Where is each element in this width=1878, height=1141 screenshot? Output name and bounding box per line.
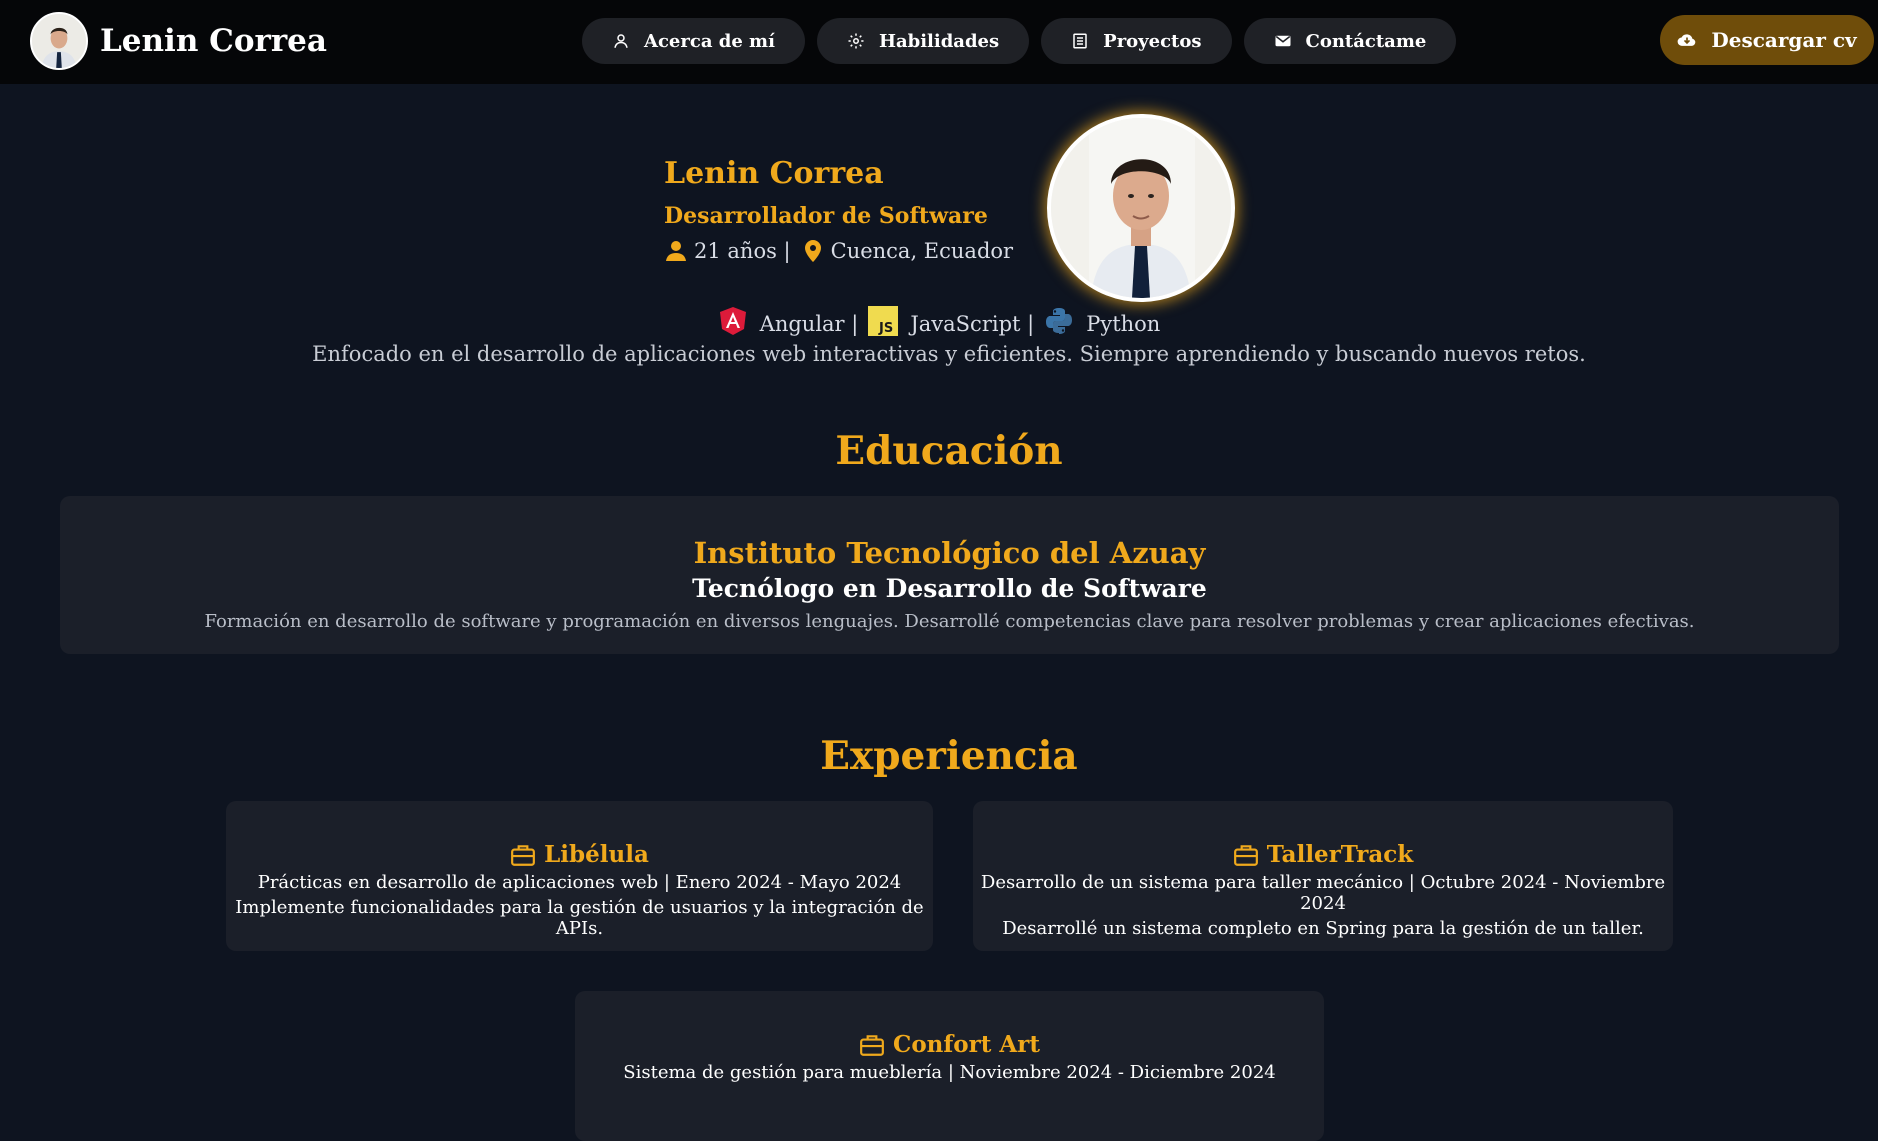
nav-link-about-label: Acerca de mí bbox=[644, 30, 775, 52]
brand-avatar bbox=[30, 12, 88, 70]
experience-detail: Prácticas en desarrollo de aplicaciones … bbox=[257, 872, 902, 893]
gear-icon bbox=[848, 33, 864, 49]
hero-text: Lenin Correa Desarrollador de Software 2… bbox=[664, 156, 1013, 263]
education-description: Formación en desarrollo de software y pr… bbox=[204, 611, 1695, 632]
nav-link-about[interactable]: Acerca de mí bbox=[582, 18, 805, 64]
hero-name: Lenin Correa bbox=[664, 156, 884, 191]
hero-age: 21 años | bbox=[694, 239, 791, 263]
experience-company: Libélula bbox=[544, 841, 649, 868]
nav-link-contact-label: Contáctame bbox=[1305, 30, 1427, 52]
nav-link-skills-label: Habilidades bbox=[878, 30, 1000, 52]
experience-title: Experiencia bbox=[820, 733, 1078, 779]
experience-card: Libélula Prácticas en desarrollo de apli… bbox=[226, 801, 933, 951]
education-card: Instituto Tecnológico del Azuay Tecnólog… bbox=[60, 496, 1839, 654]
profile-photo bbox=[1047, 114, 1235, 302]
experience-card: TallerTrack Desarrollo de un sistema par… bbox=[973, 801, 1673, 951]
mail-icon bbox=[1275, 35, 1291, 47]
education-degree: Tecnólogo en Desarrollo de Software bbox=[692, 574, 1207, 603]
nav-link-contact[interactable]: Contáctame bbox=[1243, 18, 1457, 64]
skill-angular-label: Angular | bbox=[759, 312, 859, 336]
download-cv-button[interactable]: Descargar cv bbox=[1660, 15, 1874, 65]
nav-link-projects[interactable]: Proyectos bbox=[1041, 18, 1232, 64]
skills-row: Angular | JS JavaScript | Python bbox=[0, 306, 1878, 336]
location-pin-icon bbox=[804, 240, 821, 262]
download-cv-label: Descargar cv bbox=[1711, 28, 1857, 52]
experience-company: Confort Art bbox=[893, 1031, 1040, 1058]
experience-summary: Implemente funcionalidades para la gesti… bbox=[235, 897, 924, 939]
experience-company: TallerTrack bbox=[1266, 841, 1414, 868]
brand-name: Lenin Correa bbox=[100, 23, 327, 59]
skill-javascript-label: JavaScript | bbox=[910, 312, 1035, 336]
skill-python-label: Python bbox=[1086, 312, 1161, 336]
briefcase-icon bbox=[1233, 844, 1258, 866]
skill-angular: Angular | bbox=[718, 306, 869, 336]
angular-icon bbox=[719, 307, 746, 335]
skill-python: Python bbox=[1044, 306, 1160, 336]
hero-summary: Enfocado en el desarrollo de aplicacione… bbox=[312, 342, 1586, 366]
experience-detail: Sistema de gestión para mueblería | Novi… bbox=[623, 1062, 1276, 1083]
nav-link-skills[interactable]: Habilidades bbox=[816, 18, 1030, 64]
education-institution: Instituto Tecnológico del Azuay bbox=[693, 536, 1206, 570]
education-title: Educación bbox=[835, 428, 1063, 474]
nav-links: Acerca de mí Habilidades Proyectos Contá… bbox=[582, 18, 1457, 64]
hero-meta: 21 años | Cuenca, Ecuador bbox=[664, 239, 1013, 263]
navbar: Lenin Correa Acerca de mí Habilidades Pr… bbox=[0, 0, 1878, 84]
hero-role: Desarrollador de Software bbox=[664, 203, 988, 229]
nav-link-projects-label: Proyectos bbox=[1103, 30, 1202, 52]
experience-card: Confort Art Sistema de gestión para mueb… bbox=[575, 991, 1324, 1141]
experience-summary: Desarrollé un sistema completo en Spring… bbox=[1002, 918, 1644, 939]
briefcase-icon bbox=[860, 1034, 884, 1056]
briefcase-icon bbox=[511, 844, 536, 866]
hero-location: Cuenca, Ecuador bbox=[830, 239, 1014, 263]
list-icon bbox=[1073, 33, 1087, 49]
experience-detail: Desarrollo de un sistema para taller mec… bbox=[980, 872, 1666, 914]
brand[interactable]: Lenin Correa bbox=[30, 12, 327, 70]
python-icon bbox=[1046, 308, 1073, 334]
user-icon bbox=[614, 34, 628, 48]
skill-javascript: JS JavaScript | bbox=[868, 306, 1044, 336]
person-icon bbox=[666, 241, 686, 261]
cloud-download-icon bbox=[1677, 34, 1696, 46]
javascript-icon: JS bbox=[868, 306, 899, 336]
svg-text:JS: JS bbox=[878, 321, 893, 336]
